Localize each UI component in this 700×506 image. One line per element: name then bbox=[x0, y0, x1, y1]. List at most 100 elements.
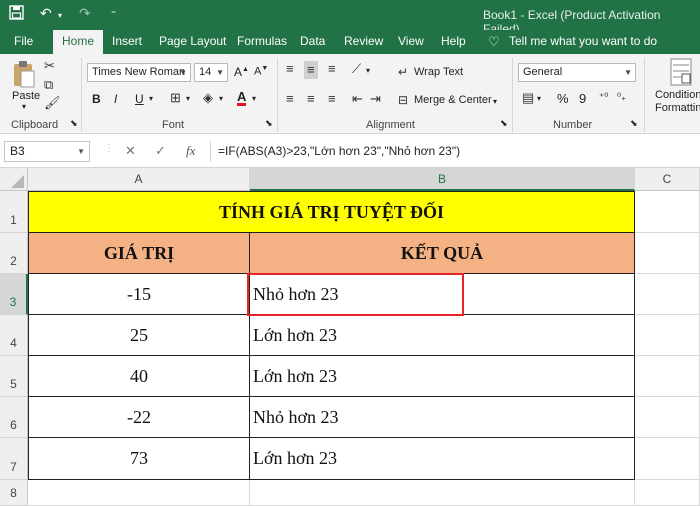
redo-icon[interactable]: ↷ bbox=[79, 5, 91, 22]
value-cell-a6[interactable]: -22 bbox=[28, 397, 250, 438]
orientation-icon[interactable]: ⟋ bbox=[352, 62, 361, 76]
name-box[interactable]: B3 ▼ bbox=[4, 141, 90, 162]
cell-c6[interactable] bbox=[635, 397, 700, 438]
font-color-dropdown-icon[interactable]: ▾ bbox=[252, 94, 256, 103]
row-header-7[interactable]: 7 bbox=[0, 438, 28, 480]
accounting-format-icon[interactable]: ▤ bbox=[522, 91, 534, 105]
align-top-icon[interactable]: ≡ bbox=[286, 62, 294, 76]
merge-center-button[interactable]: Merge & Center bbox=[414, 94, 492, 106]
font-size-select[interactable]: 14 ▼ bbox=[194, 63, 228, 82]
wrap-text-icon[interactable]: ↵ bbox=[398, 65, 408, 79]
cancel-icon[interactable]: ✕ bbox=[125, 143, 136, 159]
underline-dropdown-icon[interactable]: ▾ bbox=[149, 94, 153, 103]
undo-icon[interactable]: ↶ bbox=[40, 5, 52, 22]
comma-style-button[interactable]: 9 bbox=[579, 91, 586, 106]
paste-label[interactable]: Paste bbox=[12, 90, 40, 102]
conditional-formatting-label[interactable]: Condition Formattin bbox=[655, 89, 700, 115]
cell-c5[interactable] bbox=[635, 356, 700, 397]
cell-b8[interactable] bbox=[250, 480, 635, 506]
row-header-8[interactable]: 8 bbox=[0, 480, 28, 506]
column-header-b[interactable]: B bbox=[250, 168, 635, 191]
row-header-5[interactable]: 5 bbox=[0, 356, 28, 397]
header-result-cell[interactable]: KẾT QUẢ bbox=[250, 233, 635, 274]
borders-icon[interactable]: ⊞ bbox=[170, 91, 181, 105]
fill-color-icon[interactable]: ◈ bbox=[203, 91, 213, 105]
value-cell-a4[interactable]: 25 bbox=[28, 315, 250, 356]
italic-button[interactable]: I bbox=[114, 92, 117, 106]
row-header-2[interactable]: 2 bbox=[0, 233, 28, 274]
tab-page-layout[interactable]: Page Layout bbox=[159, 30, 226, 54]
orientation-dropdown-icon[interactable]: ▾ bbox=[366, 66, 370, 75]
cell-c4[interactable] bbox=[635, 315, 700, 356]
fill-dropdown-icon[interactable]: ▾ bbox=[219, 94, 223, 103]
increase-font-icon[interactable]: A▲ bbox=[234, 65, 249, 79]
row-header-3[interactable]: 3 bbox=[0, 274, 28, 315]
tab-view[interactable]: View bbox=[398, 30, 424, 54]
cell-c2[interactable] bbox=[635, 233, 700, 274]
align-bottom-icon[interactable]: ≡ bbox=[328, 62, 336, 76]
align-center-icon[interactable]: ≡ bbox=[307, 92, 315, 106]
bold-button[interactable]: B bbox=[92, 92, 101, 106]
decrease-decimal-icon[interactable]: ⁰₊ bbox=[617, 92, 626, 103]
number-format-select[interactable]: General ▼ bbox=[518, 63, 636, 82]
merge-dropdown-icon[interactable]: ▾ bbox=[493, 97, 497, 106]
value-cell-a5[interactable]: 40 bbox=[28, 356, 250, 397]
result-cell-b4[interactable]: Lớn hơn 23 bbox=[250, 315, 635, 356]
paste-icon[interactable] bbox=[12, 60, 36, 93]
align-left-icon[interactable]: ≡ bbox=[286, 92, 294, 106]
decrease-indent-icon[interactable]: ⇤ bbox=[352, 92, 363, 106]
cell-a8[interactable] bbox=[28, 480, 250, 506]
alignment-launcher-icon[interactable]: ⬊ bbox=[500, 118, 508, 129]
clipboard-launcher-icon[interactable]: ⬊ bbox=[70, 118, 78, 129]
paste-dropdown-icon[interactable]: ▾ bbox=[22, 102, 26, 111]
enter-icon[interactable]: ✓ bbox=[155, 143, 166, 159]
cell-c3[interactable] bbox=[635, 274, 700, 315]
accounting-dropdown-icon[interactable]: ▾ bbox=[537, 94, 541, 103]
copy-icon[interactable]: ⧉ bbox=[44, 78, 53, 92]
increase-indent-icon[interactable]: ⇥ bbox=[370, 92, 381, 106]
percent-button[interactable]: % bbox=[557, 91, 569, 106]
conditional-formatting-icon[interactable] bbox=[670, 58, 692, 89]
borders-dropdown-icon[interactable]: ▾ bbox=[186, 94, 190, 103]
align-right-icon[interactable]: ≡ bbox=[328, 92, 336, 106]
underline-button[interactable]: U bbox=[135, 92, 144, 106]
title-cell[interactable]: TÍNH GIÁ TRỊ TUYỆT ĐỐI bbox=[28, 191, 635, 233]
cell-c8[interactable] bbox=[635, 480, 700, 506]
column-header-c[interactable]: C bbox=[635, 168, 700, 191]
cut-icon[interactable]: ✂ bbox=[44, 59, 55, 73]
tell-me-box[interactable]: Tell me what you want to do bbox=[509, 30, 657, 54]
number-launcher-icon[interactable]: ⬊ bbox=[630, 118, 638, 129]
formula-input[interactable]: =IF(ABS(A3)>23,"Lớn hơn 23","Nhỏ hơn 23"… bbox=[210, 141, 700, 162]
wrap-text-button[interactable]: Wrap Text bbox=[414, 66, 463, 78]
decrease-font-icon[interactable]: A▼ bbox=[254, 65, 268, 78]
tab-data[interactable]: Data bbox=[300, 30, 325, 54]
row-header-6[interactable]: 6 bbox=[0, 397, 28, 438]
insert-function-icon[interactable]: fx bbox=[186, 143, 195, 159]
tab-review[interactable]: Review bbox=[344, 30, 383, 54]
result-cell-b7[interactable]: Lớn hơn 23 bbox=[250, 438, 635, 480]
font-launcher-icon[interactable]: ⬊ bbox=[265, 118, 273, 129]
tab-formulas[interactable]: Formulas bbox=[237, 30, 287, 54]
format-painter-icon[interactable]: 🖌 bbox=[44, 96, 61, 110]
align-middle-icon[interactable]: ≡ bbox=[304, 61, 318, 79]
tab-file[interactable]: File bbox=[14, 30, 33, 54]
result-cell-b5[interactable]: Lớn hơn 23 bbox=[250, 356, 635, 397]
row-header-4[interactable]: 4 bbox=[0, 315, 28, 356]
select-all-button[interactable] bbox=[0, 168, 28, 191]
save-icon[interactable] bbox=[9, 5, 24, 23]
value-cell-a3[interactable]: -15 bbox=[28, 274, 250, 315]
tab-home[interactable]: Home bbox=[53, 30, 104, 54]
cell-c7[interactable] bbox=[635, 438, 700, 480]
tab-help[interactable]: Help bbox=[441, 30, 466, 54]
row-header-1[interactable]: 1 bbox=[0, 191, 28, 233]
customize-icon[interactable]: ⁼ bbox=[111, 9, 116, 20]
cell-c1[interactable] bbox=[635, 191, 700, 233]
font-color-icon[interactable]: A bbox=[237, 90, 247, 106]
value-cell-a7[interactable]: 73 bbox=[28, 438, 250, 480]
increase-decimal-icon[interactable]: ⁺⁰ bbox=[599, 92, 608, 103]
result-cell-b3[interactable]: Nhỏ hơn 23 bbox=[250, 274, 635, 315]
undo-dropdown-icon[interactable]: ▾ bbox=[58, 11, 62, 20]
column-header-a[interactable]: A bbox=[28, 168, 250, 191]
tab-insert[interactable]: Insert bbox=[112, 30, 142, 54]
merge-center-icon[interactable]: ⊟ bbox=[398, 93, 408, 107]
